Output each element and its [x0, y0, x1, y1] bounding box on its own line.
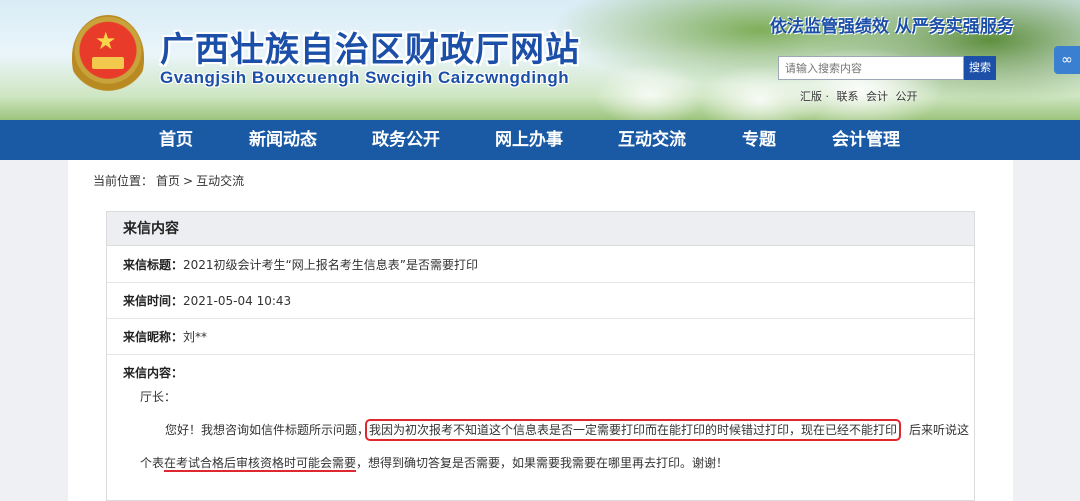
letter-body-text: ，想得到确切答复是否需要，如果需要我需要在哪里再去打印。谢谢！: [356, 456, 729, 470]
search-button[interactable]: 搜索: [964, 56, 996, 80]
letter-title-label: 来信标题：: [123, 258, 184, 272]
letter-nickname-label: 来信昵称：: [123, 330, 184, 344]
letter-nickname-row: 来信昵称：刘**: [107, 319, 974, 355]
site-header: ★ 广西壮族自治区财政厅网站 Gvangjsih Bouxcuengh Swci…: [0, 0, 1080, 120]
breadcrumb-separator: >: [183, 174, 194, 188]
letter-greeting: 厅长：: [140, 390, 177, 404]
quick-link[interactable]: 联系: [837, 90, 859, 103]
header-slogan: 依法监管强绩效 从严务实强服务: [770, 17, 1014, 37]
nav-item-accounting[interactable]: 会计管理: [832, 120, 900, 160]
underlined-text: 在考试合格后审核资格时可能会需要: [164, 456, 357, 472]
letter-nickname-value: 刘**: [183, 330, 208, 344]
site-pinyin-title: Gvangjsih Bouxcuengh Swcigih Caizcwngdin…: [160, 68, 570, 87]
nav-item-home[interactable]: 首页: [159, 120, 193, 160]
nav-item-news[interactable]: 新闻动态: [249, 120, 317, 160]
cloud-share-icon[interactable]: ∞: [1054, 46, 1080, 74]
main-nav: 首页 新闻动态 政务公开 网上办事 互动交流 专题 会计管理: [0, 120, 1080, 160]
letter-title-row: 来信标题：2021初级会计考生“网上报名考生信息表”是否需要打印: [107, 247, 974, 283]
breadcrumb-prefix: 当前位置：: [93, 174, 154, 188]
letter-time-row: 来信时间：2021-05-04 10:43: [107, 283, 974, 319]
search-input[interactable]: [778, 56, 964, 80]
site-title[interactable]: 广西壮族自治区财政厅网站: [160, 22, 580, 71]
quick-link[interactable]: 公开: [896, 90, 918, 103]
letter-body-text: 您好！我想咨询如信件标题所示问题，: [165, 423, 370, 437]
quick-links: 汇版 · 联系 会计 公开: [800, 88, 922, 104]
national-emblem-icon: ★: [72, 15, 144, 99]
nav-item-gov-affairs[interactable]: 政务公开: [372, 120, 440, 160]
breadcrumb-current[interactable]: 互动交流: [196, 174, 244, 188]
letter-title-value: 2021初级会计考生“网上报名考生信息表”是否需要打印: [183, 258, 478, 272]
letter-section-title: 来信内容: [107, 212, 974, 246]
letter-body-text: ，后来听说这: [897, 423, 970, 437]
letter-content-label: 来信内容：: [123, 366, 184, 380]
letter-time-value: 2021-05-04 10:43: [183, 294, 292, 308]
letter-content-row: 来信内容：: [107, 355, 974, 391]
quick-link[interactable]: 汇版 ·: [800, 90, 829, 103]
letter-body-line-2: 个表在考试合格后审核资格时可能会需要，想得到确切答复是否需要，如果需要我需要在哪…: [140, 454, 728, 472]
letter-body-text: 个表: [140, 456, 165, 470]
nav-item-interaction[interactable]: 互动交流: [618, 120, 686, 160]
letter-time-label: 来信时间：: [123, 294, 184, 308]
breadcrumb-home[interactable]: 首页: [156, 174, 180, 188]
quick-link[interactable]: 会计: [866, 90, 888, 103]
highlighted-text: 我因为初次报考不知道这个信息表是否一定需要打印而在能打印的时候错过打印，现在已经…: [365, 419, 902, 441]
nav-item-online-services[interactable]: 网上办事: [495, 120, 563, 160]
breadcrumb: 当前位置： 首页 > 互动交流: [93, 172, 247, 189]
nav-item-topics[interactable]: 专题: [742, 120, 776, 160]
letter-body-line-1: 您好！我想咨询如信件标题所示问题，我因为初次报考不知道这个信息表是否一定需要打印…: [165, 419, 970, 441]
